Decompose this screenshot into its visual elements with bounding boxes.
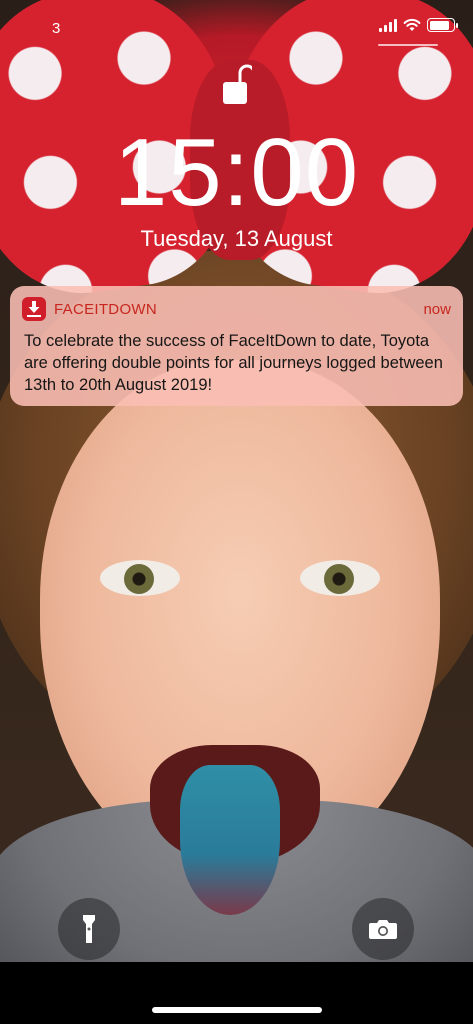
notification-header: FACEITDOWN now — [22, 296, 451, 322]
notification-app-name: FACEITDOWN — [54, 300, 157, 318]
status-indicators — [379, 18, 458, 32]
home-indicator[interactable] — [152, 1007, 322, 1013]
flashlight-button[interactable] — [58, 898, 120, 960]
battery-fill — [429, 20, 450, 30]
notification-body: To celebrate the success of FaceItDown t… — [24, 332, 443, 394]
wifi-icon — [403, 18, 421, 31]
faceitdown-app-icon — [22, 297, 46, 321]
battery-icon — [427, 18, 458, 32]
flashlight-icon — [83, 915, 95, 943]
lock-screen-time: 15:00 — [113, 119, 360, 226]
camera-icon — [369, 920, 397, 939]
status-underline — [378, 44, 438, 46]
notification-time: now — [423, 300, 451, 318]
camera-button[interactable] — [352, 898, 414, 960]
bottom-bar — [0, 962, 473, 1024]
status-bar: 3 — [0, 0, 473, 56]
notification-card[interactable]: FACEITDOWN now To celebrate the success … — [10, 286, 463, 406]
wallpaper-eye-right — [300, 560, 380, 596]
lock-screen-date: Tuesday, 13 August — [140, 226, 333, 251]
wallpaper-eye-left — [100, 560, 180, 596]
wallpaper-tongue — [180, 765, 280, 915]
cellular-signal-icon — [379, 18, 397, 32]
unlocked-padlock-icon — [223, 64, 252, 104]
carrier-label: 3 — [52, 20, 61, 37]
